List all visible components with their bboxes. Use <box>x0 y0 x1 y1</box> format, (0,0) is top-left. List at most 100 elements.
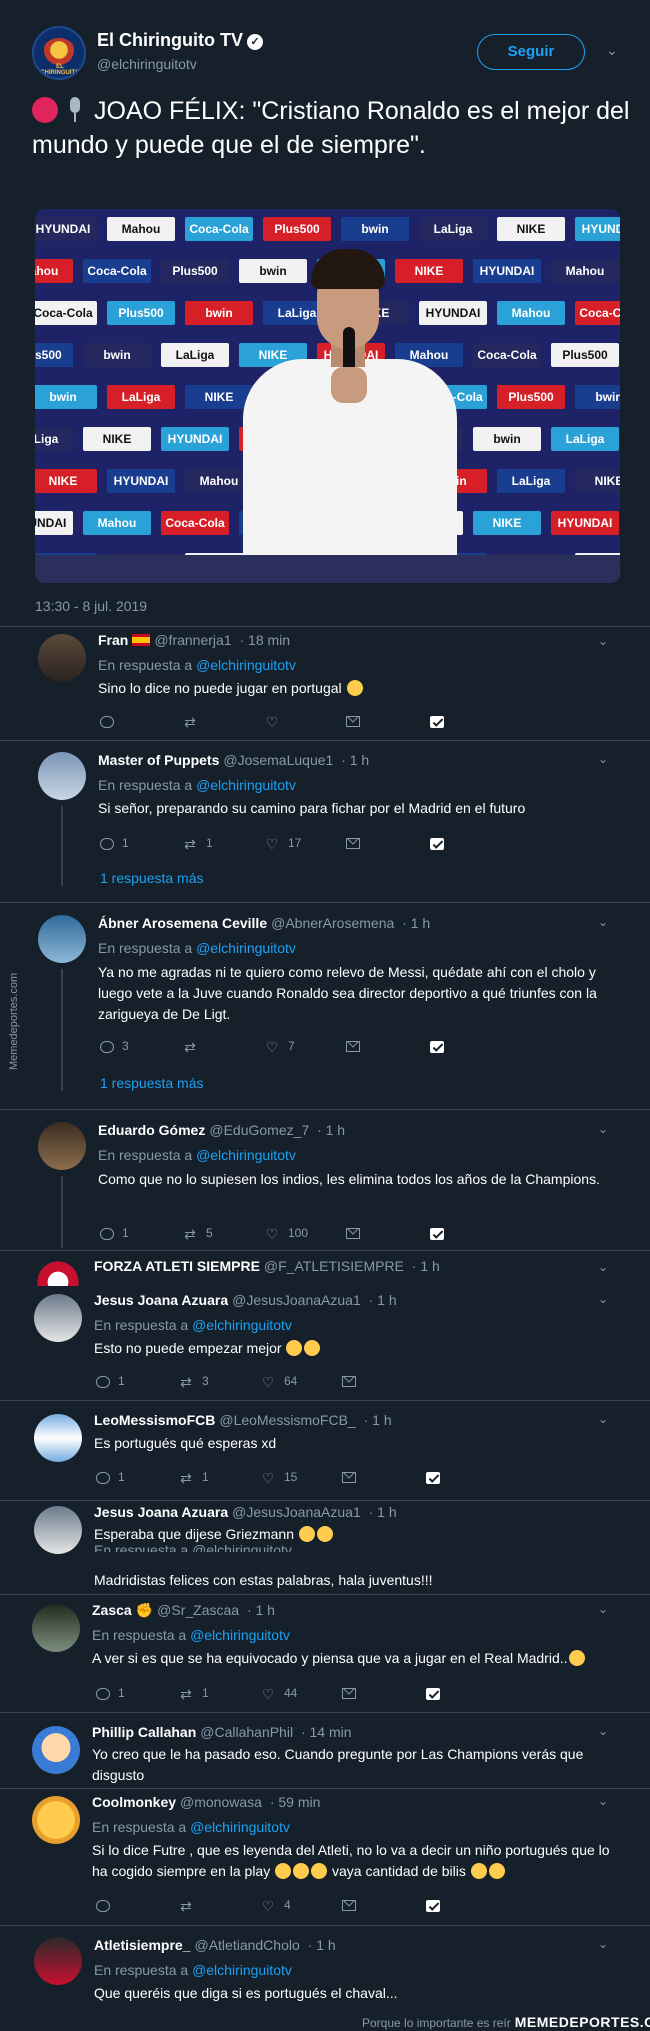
reply-item[interactable]: Coolmonkey @monowasa · 59 min ⌄ En respue… <box>0 1794 650 1914</box>
chevron-down-icon[interactable]: ⌄ <box>598 1794 608 1808</box>
chevron-down-icon[interactable]: ⌄ <box>606 42 618 59</box>
retweet-action[interactable]: ⇄ 5 <box>182 1224 213 1242</box>
reply-action[interactable]: 1 <box>100 834 129 852</box>
chevron-down-icon[interactable]: ⌄ <box>598 1412 608 1426</box>
reply-item[interactable]: Master of Puppets @JosemaLuque1 · 1 h ⌄ E… <box>0 752 650 897</box>
reply-action[interactable]: 1 <box>96 1468 125 1486</box>
thread-line <box>61 1176 63 1248</box>
bookmark-action[interactable] <box>426 1896 440 1914</box>
chevron-down-icon[interactable]: ⌄ <box>598 634 608 648</box>
reply-action[interactable]: 1 <box>96 1372 125 1390</box>
reply-text: Sino lo dice no puede jugar en portugal <box>98 678 608 699</box>
reply-action[interactable] <box>96 1896 118 1914</box>
chevron-down-icon[interactable]: ⌄ <box>598 1292 608 1306</box>
like-action[interactable]: ♡ 44 <box>260 1684 298 1702</box>
reply-item[interactable]: Atletisiempre_ @AtletiandCholo · 1 h ⌄ En… <box>0 1937 650 2007</box>
author-avatar[interactable]: EL CHIRINGUITO <box>32 26 86 80</box>
avatar[interactable] <box>32 1726 80 1774</box>
dm-action[interactable] <box>342 1896 356 1914</box>
tweet-timestamp[interactable]: 13:30 - 8 jul. 2019 <box>35 598 147 614</box>
chevron-down-icon[interactable]: ⌄ <box>598 1122 608 1136</box>
dm-action[interactable] <box>342 1684 356 1702</box>
retweet-action[interactable]: ⇄ 3 <box>178 1372 209 1390</box>
tweet-photo[interactable]: HYUNDAI Mahou Coca-Cola Plus500 bwin LaLiga NI… <box>35 209 620 583</box>
reply-action[interactable] <box>100 712 122 730</box>
retweet-action[interactable]: ⇄ <box>182 1037 206 1055</box>
chevron-down-icon[interactable]: ⌄ <box>598 752 608 766</box>
avatar[interactable] <box>38 634 86 682</box>
sponsor-logo: HYUNDAI <box>107 469 175 493</box>
reply-item[interactable]: Jesus Joana Azuara @JesusJoanaAzua1 · 1 h… <box>0 1504 650 1588</box>
dm-action[interactable] <box>346 712 360 730</box>
avatar[interactable] <box>38 1122 86 1170</box>
side-watermark: Memedeportes.com <box>8 972 20 1070</box>
more-replies-link[interactable]: 1 respuesta más <box>100 1075 204 1091</box>
retweet-action[interactable]: ⇄ <box>178 1896 202 1914</box>
reply-icon <box>100 1227 114 1240</box>
sponsor-logo: LaLiga <box>497 469 565 493</box>
avatar[interactable] <box>34 1937 82 1985</box>
verified-badge-icon: ✓ <box>247 34 263 50</box>
avatar[interactable] <box>34 1294 82 1342</box>
like-action[interactable]: ♡ 64 <box>260 1372 298 1390</box>
reply-item[interactable]: Fran @frannerja1 · 18 min ⌄ En respuesta … <box>0 632 650 737</box>
chevron-down-icon[interactable]: ⌄ <box>598 1724 608 1738</box>
reply-item[interactable]: LeoMessismoFCB @LeoMessismoFCB_ · 1 h ⌄ E… <box>0 1412 650 1496</box>
reply-item[interactable]: Jesus Joana Azuara @JesusJoanaAzua1 · 1 h… <box>0 1292 650 1394</box>
reply-item[interactable]: Zasca ✊ @Sr_Zascaa · 1 h ⌄ En respuesta a … <box>0 1602 650 1706</box>
avatar[interactable] <box>38 915 86 963</box>
atleti-crest-avatar[interactable] <box>34 1258 82 1286</box>
envelope-icon <box>346 1041 360 1053</box>
avatar[interactable] <box>32 1796 80 1844</box>
dm-action[interactable] <box>346 834 360 852</box>
bookmark-action[interactable] <box>430 1037 444 1055</box>
like-action[interactable]: ♡ 17 <box>264 834 302 852</box>
reply-action[interactable]: 1 <box>100 1224 129 1242</box>
reply-item[interactable]: Eduardo Gómez @EduGomez_7 · 1 h ⌄ En resp… <box>0 1122 650 1248</box>
sponsor-logo: HYUNDAI <box>551 511 619 535</box>
like-action[interactable]: ♡ 7 <box>264 1037 295 1055</box>
reply-item[interactable]: FORZA ATLETI SIEMPRE @F_ATLETISIEMPRE · 1… <box>0 1256 650 1286</box>
bookmark-action[interactable] <box>430 834 444 852</box>
like-action[interactable]: ♡ <box>264 712 288 730</box>
chevron-down-icon[interactable]: ⌄ <box>598 1260 608 1274</box>
chevron-down-icon[interactable]: ⌄ <box>598 915 608 929</box>
sponsor-logo: Coca-Cola <box>575 301 620 325</box>
avatar[interactable] <box>38 752 86 800</box>
like-action[interactable]: ♡ 100 <box>264 1224 308 1242</box>
like-action[interactable]: ♡ 4 <box>260 1896 291 1914</box>
follow-button[interactable]: Seguir <box>477 34 585 70</box>
dm-action[interactable] <box>342 1468 356 1486</box>
retweet-action[interactable]: ⇄ <box>182 712 206 730</box>
reply-item[interactable]: Ábner Arosemena Ceville @AbnerArosemena ·… <box>0 915 650 1105</box>
reply-text: Es portugués qué esperas xd <box>94 1435 277 1451</box>
reply-text: A ver si es que se ha equivocado y piens… <box>92 1648 622 1669</box>
bookmark-action[interactable] <box>426 1468 440 1486</box>
retweet-action[interactable]: ⇄ 1 <box>182 834 213 852</box>
author-name[interactable]: El Chiringuito TV ✓ <box>97 30 263 51</box>
avatar[interactable] <box>34 1414 82 1462</box>
reply-item[interactable]: Phillip Callahan @CallahanPhil · 14 min ⌄… <box>0 1724 650 1786</box>
bookmark-action[interactable] <box>430 1224 444 1242</box>
sponsor-logo: LaLiga <box>161 343 229 367</box>
dm-action[interactable] <box>346 1224 360 1242</box>
avatar[interactable] <box>34 1506 82 1554</box>
author-handle[interactable]: @elchiringuitotv <box>97 56 197 72</box>
bookmark-action[interactable] <box>430 712 444 730</box>
reply-action[interactable]: 1 <box>96 1684 125 1702</box>
sponsor-logo: Plus500 <box>263 217 331 241</box>
bookmark-action[interactable] <box>426 1684 440 1702</box>
more-replies-link[interactable]: 1 respuesta más <box>100 870 204 886</box>
chevron-down-icon[interactable]: ⌄ <box>598 1937 608 1951</box>
retweet-action[interactable]: ⇄ 1 <box>178 1684 209 1702</box>
retweet-action[interactable]: ⇄ 1 <box>178 1468 209 1486</box>
avatar[interactable] <box>32 1604 80 1652</box>
dm-action[interactable] <box>342 1372 356 1390</box>
chevron-down-icon[interactable]: ⌄ <box>598 1602 608 1616</box>
sponsor-logo: Coca-Cola <box>161 511 229 535</box>
divider <box>0 1925 650 1926</box>
reply-action[interactable]: 3 <box>100 1037 129 1055</box>
divider <box>0 1500 650 1501</box>
dm-action[interactable] <box>346 1037 360 1055</box>
like-action[interactable]: ♡ 15 <box>260 1468 298 1486</box>
